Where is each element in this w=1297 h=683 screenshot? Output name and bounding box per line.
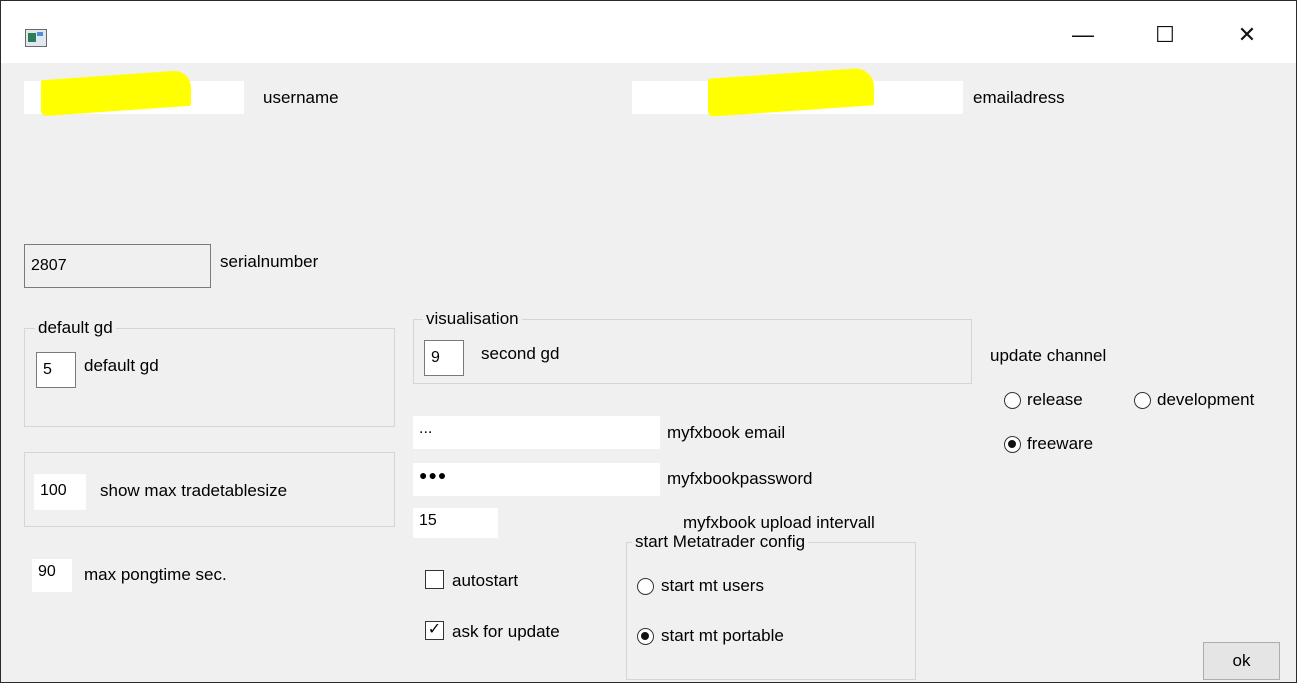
mt-config-group (626, 542, 916, 680)
title-bar: — ☐ ✕ (1, 1, 1296, 63)
autostart-checkbox[interactable] (425, 570, 444, 589)
pongtime-input[interactable]: 90 (32, 559, 72, 592)
default-gd-group (24, 328, 395, 427)
autostart-label: autostart (452, 571, 519, 590)
myfxbook-password-input[interactable]: ●●● (413, 463, 660, 496)
mt-portable-radio[interactable] (637, 628, 654, 645)
release-label: release (1027, 390, 1083, 409)
serialnumber-field: 2807 (24, 244, 211, 288)
ask-update-checkbox[interactable]: ✓ (425, 621, 444, 640)
maximize-button[interactable]: ☐ (1141, 15, 1189, 55)
freeware-label: freeware (1027, 434, 1094, 453)
development-radio[interactable] (1134, 392, 1151, 409)
freeware-radio[interactable] (1004, 436, 1021, 453)
myfxbook-interval-label: myfxbook upload intervall (683, 513, 875, 532)
close-button[interactable]: ✕ (1223, 15, 1271, 55)
myfxbook-email-label: myfxbook email (667, 423, 786, 442)
tradetable-label: show max tradetablesize (100, 481, 288, 500)
email-label: emailadress (973, 88, 1065, 107)
mt-users-label: start mt users (661, 576, 764, 595)
default-gd-group-title: default gd (35, 318, 116, 338)
release-radio[interactable] (1004, 392, 1021, 409)
serialnumber-label: serialnumber (220, 252, 319, 271)
second-gd-input[interactable]: 9 (424, 340, 464, 376)
default-gd-label: default gd (84, 356, 159, 375)
mt-config-group-title: start Metatrader config (632, 532, 809, 552)
second-gd-label: second gd (481, 344, 560, 363)
mt-users-radio[interactable] (637, 578, 654, 595)
default-gd-input[interactable]: 5 (36, 352, 76, 388)
mt-portable-label: start mt portable (661, 626, 784, 645)
myfxbook-email-input[interactable]: ... (413, 416, 660, 449)
tradetable-input[interactable]: 100 (34, 474, 86, 510)
app-icon (25, 29, 47, 47)
ok-button[interactable]: ok (1203, 642, 1280, 680)
myfxbook-interval-input[interactable]: 15 (413, 508, 498, 538)
check-mark-icon: ✓ (427, 621, 442, 638)
settings-window: — ☐ ✕ username emailadress 2807 serialnu… (0, 0, 1297, 683)
pongtime-label: max pongtime sec. (84, 565, 227, 584)
update-channel-title: update channel (990, 346, 1107, 365)
development-label: development (1157, 390, 1255, 409)
username-label: username (263, 88, 339, 107)
ask-update-label: ask for update (452, 622, 560, 641)
visualisation-group-title: visualisation (423, 309, 522, 329)
myfxbook-password-label: myfxbookpassword (667, 469, 813, 488)
minimize-button[interactable]: — (1059, 15, 1107, 55)
